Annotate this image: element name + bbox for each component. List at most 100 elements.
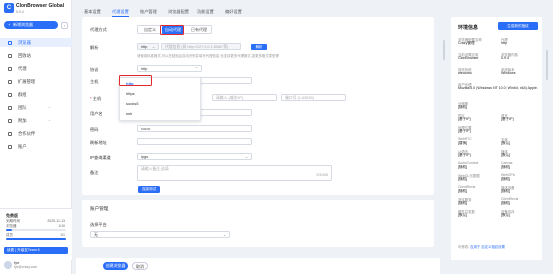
- generate-fingerprint-button[interactable]: 生成新的指纹: [498, 22, 538, 30]
- tab-account[interactable]: 账户管理: [140, 7, 157, 16]
- env-value: [随机]: [458, 189, 468, 193]
- ip-query-label: IP查询渠道: [90, 155, 111, 160]
- sidebar-item-account[interactable]: 账户: [0, 142, 72, 151]
- app-logo: C: [4, 3, 14, 13]
- protocol-select[interactable]: http ⌃: [137, 65, 202, 72]
- env-value: Crazy管理: [458, 41, 475, 45]
- parser-hint: 请使用标准格式,可以在粘贴后自动识别并填写代理信息,也支持更多代理格式,如更多格…: [137, 54, 279, 58]
- tab-browser-config[interactable]: 浏览器配置: [168, 7, 189, 16]
- sidebar-item-label: 合作伙伴: [18, 131, 36, 136]
- parser-protocol-value: http: [141, 45, 148, 49]
- env-value: Mozilla/5.0 (Windows NT 10.0; Win64; x64…: [458, 86, 538, 90]
- form-scrollbar[interactable]: [443, 40, 445, 60]
- sidebar-item-proxy[interactable]: 代理: [0, 64, 72, 73]
- note-label: 备注: [90, 170, 99, 175]
- user-email: fye@crazy.com: [14, 265, 38, 269]
- ip-query-value: ipgo: [141, 155, 149, 159]
- trash-icon: [8, 53, 12, 58]
- protocol-label: 协议: [90, 67, 99, 72]
- env-value: [随机]: [458, 177, 468, 181]
- ip-query-select[interactable]: ipgo ⌄: [137, 153, 252, 160]
- app-version: 5.9.4: [16, 9, 24, 14]
- password-value: •••••••: [141, 127, 151, 131]
- renew-upgrade-button[interactable]: 续费 | 升级至Team 5: [4, 247, 68, 254]
- proxy-mode-custom[interactable]: 自定义: [139, 26, 161, 34]
- parse-button[interactable]: 解析: [251, 43, 267, 50]
- dropdown-option-https[interactable]: https: [126, 91, 135, 96]
- proxy-method-label: 代理方式: [90, 27, 107, 32]
- sidebar-item-label: 附加: [18, 118, 27, 123]
- sidebar-item-label: 代理: [18, 66, 27, 71]
- profiles-value: 1/10: [58, 224, 65, 228]
- env-value: [基于IP]: [458, 129, 471, 133]
- create-browser-button[interactable]: 创建浏览器: [103, 262, 128, 270]
- sidebar-item-extensions[interactable]: 扩展管理: [0, 77, 72, 86]
- host-label: 主机: [90, 79, 99, 84]
- app-name: ClonBrowser Global: [16, 3, 65, 9]
- note-placeholder: 请输入备注,选填: [141, 167, 169, 171]
- env-value: [随机]: [501, 177, 511, 181]
- cancel-button[interactable]: 取消: [132, 262, 148, 270]
- sidebar-item-trash[interactable]: 回收站: [0, 51, 72, 60]
- new-browser-button[interactable]: + 新增浏览器: [4, 21, 58, 29]
- port-placeholder: 端口号 (1-65535): [285, 96, 314, 100]
- port-label-text: 主机: [92, 96, 102, 101]
- env-title: 环境信息: [458, 25, 479, 31]
- footer-bar: 创建浏览器 取消: [76, 258, 440, 274]
- env-value: [随机]: [501, 189, 511, 193]
- password-input[interactable]: •••••••: [137, 125, 252, 132]
- sidebar-item-partners[interactable]: 合作伙伴: [0, 129, 72, 138]
- env-value: http: [501, 41, 507, 45]
- dropdown-option-socks5[interactable]: socks5: [126, 101, 138, 106]
- platform-select[interactable]: 无 ⌄: [90, 231, 230, 238]
- dropdown-option-ssh[interactable]: ssh: [126, 111, 132, 116]
- env-note: 可修改: 应用于 自定义指纹设置: [458, 244, 505, 249]
- chevron-down-icon: ⌄: [244, 155, 248, 159]
- refresh-url-input[interactable]: [137, 138, 252, 145]
- connection-test-button[interactable]: 连接测试: [138, 186, 160, 193]
- env-value: [默认]: [458, 213, 468, 217]
- account-section: 账户管理 选择平台 无 ⌄: [82, 200, 434, 247]
- env-value: [随机]: [458, 105, 468, 109]
- env-value: [基于IP]: [458, 117, 471, 121]
- group-icon: [8, 92, 12, 97]
- parser-protocol-select[interactable]: http ⌄: [137, 43, 159, 50]
- sidebar-item-label: 回收站: [18, 53, 31, 58]
- sidebar-item-team[interactable]: 团队 ⌄: [0, 103, 72, 112]
- collapse-sidebar-icon[interactable]: ‹: [61, 21, 68, 29]
- chevron-down-icon: ⌄: [48, 105, 51, 109]
- env-note-label: 可修改:: [458, 245, 470, 249]
- tab-basic[interactable]: 基本设置: [84, 7, 101, 16]
- chevron-down-icon: ⌄: [48, 118, 51, 122]
- env-note-link[interactable]: 应用于 自定义指纹设置: [470, 245, 505, 249]
- port-input[interactable]: 端口号 (1-65535): [281, 94, 346, 101]
- env-value: 5.9.4: [501, 56, 509, 60]
- note-counter: 0/1000: [316, 173, 328, 177]
- env-value: [默认]: [501, 213, 511, 217]
- partner-icon: [8, 131, 12, 136]
- settings-tabs: 基本设置 代理设置 账户管理 浏览器配置 功能设置 偏好设置: [82, 7, 432, 17]
- chevron-up-icon: ⌃: [194, 67, 198, 71]
- tab-preferences[interactable]: 偏好设置: [225, 7, 242, 16]
- sidebar-item-addons[interactable]: 附加 ⌄: [0, 116, 72, 125]
- platform-value: 无: [94, 233, 98, 237]
- browser-icon: [8, 40, 12, 45]
- username-label: 用户名: [90, 111, 103, 116]
- app-root: C ClonBrowser Global 5.9.4 + 新增浏览器 ‹ 浏览器 …: [0, 0, 553, 274]
- chevron-down-icon: ⌄: [222, 233, 226, 237]
- profiles-bar: [6, 229, 66, 231]
- tab-proxy[interactable]: 代理设置: [112, 7, 129, 17]
- env-scrollbar[interactable]: [546, 50, 548, 80]
- note-textarea[interactable]: 请输入备注,选填 0/1000: [137, 165, 332, 181]
- proxy-mode-existing[interactable]: 已有代理: [186, 26, 212, 34]
- user-info[interactable]: fye fye@crazy.com: [4, 260, 70, 272]
- refresh-url-label: 刷新地址: [90, 140, 107, 145]
- env-value: Windows: [501, 71, 516, 75]
- platform-label: 选择平台: [90, 222, 107, 227]
- sidebar-item-groups[interactable]: 群组: [0, 90, 72, 99]
- sidebar-item-browsers[interactable]: 浏览器: [0, 38, 72, 47]
- parser-input[interactable]: 代理信息 (如 http://127.0.0.1:8080 等): [161, 43, 241, 50]
- tab-features[interactable]: 功能设置: [197, 7, 214, 16]
- host-address-input[interactable]: 请输入 (域名/IP): [212, 94, 277, 101]
- env-value: [随机]: [458, 201, 468, 205]
